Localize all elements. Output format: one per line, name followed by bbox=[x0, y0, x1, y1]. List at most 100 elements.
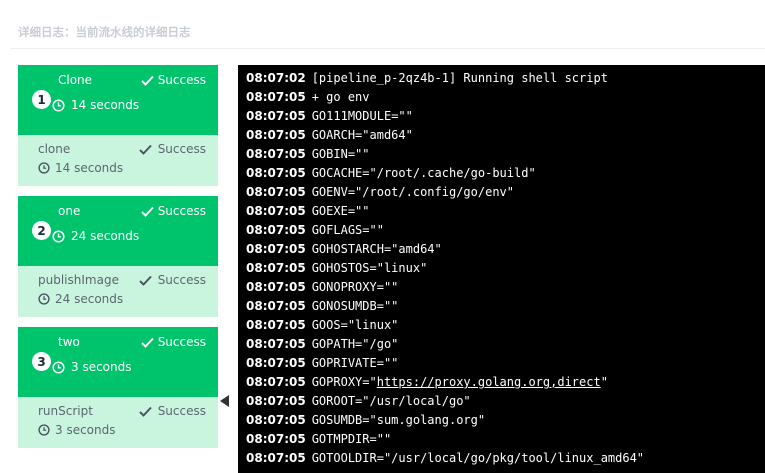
log-text: GOCACHE="/root/.cache/go-build" bbox=[311, 166, 536, 180]
clock-icon bbox=[38, 293, 50, 305]
step-name: runScript bbox=[38, 404, 93, 418]
step-item[interactable]: runScript Success 3 seconds bbox=[18, 397, 218, 448]
stage-header[interactable]: two Success 3 3 seconds bbox=[18, 327, 218, 397]
step-duration: 24 seconds bbox=[38, 292, 123, 306]
log-line: 08:07:05 GOBIN="" bbox=[238, 145, 765, 164]
stage-card: Clone Success 1 14 seconds clone Success… bbox=[18, 65, 218, 186]
log-timestamp: 08:07:05 bbox=[246, 242, 306, 256]
log-line: 08:07:05 GOTOOLDIR="/usr/local/go/pkg/too… bbox=[238, 449, 765, 468]
log-timestamp: 08:07:05 bbox=[246, 299, 306, 313]
log-text: GONOPROXY="" bbox=[311, 280, 399, 294]
step-status-label: Success bbox=[157, 142, 206, 156]
log-text: GOROOT="/usr/local/go" bbox=[311, 394, 471, 408]
stage-card: one Success 2 24 seconds publishImage Su… bbox=[18, 196, 218, 317]
log-timestamp: 08:07:05 bbox=[246, 90, 306, 104]
log-line: 08:07:05 GOCACHE="/root/.cache/go-build" bbox=[238, 164, 765, 183]
log-timestamp: 08:07:05 bbox=[246, 185, 306, 199]
step-duration: 3 seconds bbox=[38, 423, 116, 437]
page-header: 详细日志：当前流水线的详细日志 bbox=[18, 25, 191, 39]
log-text: [pipeline_p-2qz4b-1] Running shell scrip… bbox=[311, 71, 608, 85]
step-name: clone bbox=[38, 142, 71, 156]
stage-status-label: Success bbox=[157, 204, 206, 218]
stage-header[interactable]: one Success 2 24 seconds bbox=[18, 196, 218, 266]
check-icon bbox=[138, 275, 152, 286]
log-timestamp: 08:07:05 bbox=[246, 318, 306, 332]
check-icon bbox=[140, 337, 154, 348]
log-line: 08:07:02 [pipeline_p-2qz4b-1] Running she… bbox=[238, 69, 765, 88]
header-divider bbox=[10, 48, 765, 49]
log-text: " bbox=[600, 375, 608, 389]
log-timestamp: 08:07:05 bbox=[246, 394, 306, 408]
log-timestamp: 08:07:05 bbox=[246, 204, 306, 218]
stage-header[interactable]: Clone Success 1 14 seconds bbox=[18, 65, 218, 135]
check-icon bbox=[140, 75, 154, 86]
log-text: GOOS="linux" bbox=[311, 318, 399, 332]
log-line: 08:07:05 GOHOSTARCH="amd64" bbox=[238, 240, 765, 259]
log-line: 08:07:05 GONOPROXY="" bbox=[238, 278, 765, 297]
stage-name: one bbox=[58, 204, 81, 218]
log-timestamp: 08:07:02 bbox=[246, 71, 306, 85]
log-line: 08:07:05 GOPATH="/go" bbox=[238, 335, 765, 354]
stage-status: Success bbox=[140, 204, 206, 218]
stage-name: two bbox=[58, 335, 80, 349]
stage-duration-label: 3 seconds bbox=[71, 360, 132, 374]
log-line: 08:07:05 + go env bbox=[238, 88, 765, 107]
stage-card: two Success 3 3 seconds runScript Succes… bbox=[18, 327, 218, 448]
log-line: 08:07:05 GOROOT="/usr/local/go" bbox=[238, 392, 765, 411]
log-text: GOHOSTOS="linux" bbox=[311, 261, 428, 275]
log-line: 08:07:05 GOOS="linux" bbox=[238, 316, 765, 335]
check-icon bbox=[140, 206, 154, 217]
log-line: 08:07:05 GOSUMDB="sum.golang.org" bbox=[238, 411, 765, 430]
step-duration: 14 seconds bbox=[38, 161, 123, 175]
log-timestamp: 08:07:05 bbox=[246, 109, 306, 123]
step-status: Success bbox=[138, 273, 206, 287]
step-status: Success bbox=[138, 404, 206, 418]
clock-icon bbox=[38, 162, 50, 174]
log-text: GOTOOLDIR="/usr/local/go/pkg/tool/linux_… bbox=[311, 451, 645, 465]
log-panel[interactable]: 08:07:02 [pipeline_p-2qz4b-1] Running she… bbox=[238, 65, 765, 473]
log-line: 08:07:05 GOPRIVATE="" bbox=[238, 354, 765, 373]
step-item[interactable]: publishImage Success 24 seconds bbox=[18, 266, 218, 317]
step-status-label: Success bbox=[157, 273, 206, 287]
stage-duration: 14 seconds bbox=[52, 98, 139, 112]
log-text: GOARCH="amd64" bbox=[311, 128, 413, 142]
log-text: GOEXE="" bbox=[311, 204, 370, 218]
log-timestamp: 08:07:05 bbox=[246, 432, 306, 446]
stage-duration-label: 24 seconds bbox=[71, 229, 140, 243]
log-text: GOFLAGS="" bbox=[311, 223, 384, 237]
log-timestamp: 08:07:05 bbox=[246, 280, 306, 294]
log-line: 08:07:05 GOFLAGS="" bbox=[238, 221, 765, 240]
log-line: 08:07:05 GOHOSTOS="linux" bbox=[238, 259, 765, 278]
check-icon bbox=[138, 406, 152, 417]
log-text: + go env bbox=[311, 90, 370, 104]
log-timestamp: 08:07:05 bbox=[246, 128, 306, 142]
log-timestamp: 08:07:05 bbox=[246, 356, 306, 370]
stage-name: Clone bbox=[58, 73, 93, 87]
stage-status: Success bbox=[140, 73, 206, 87]
check-icon bbox=[138, 144, 152, 155]
stage-status-label: Success bbox=[157, 73, 206, 87]
stage-status-label: Success bbox=[157, 335, 206, 349]
stage-number-badge: 1 bbox=[32, 90, 51, 109]
log-text: GO111MODULE="" bbox=[311, 109, 413, 123]
clock-icon bbox=[52, 229, 65, 243]
log-line: 08:07:05 GOEXE="" bbox=[238, 202, 765, 221]
step-item[interactable]: clone Success 14 seconds bbox=[18, 135, 218, 186]
log-timestamp: 08:07:05 bbox=[246, 147, 306, 161]
step-duration-label: 24 seconds bbox=[55, 292, 124, 306]
log-text: GOTMPDIR="" bbox=[311, 432, 392, 446]
log-timestamp: 08:07:05 bbox=[246, 261, 306, 275]
selected-step-pointer-icon bbox=[220, 395, 229, 407]
step-duration-label: 3 seconds bbox=[55, 423, 116, 437]
log-line: 08:07:05 GONOSUMDB="" bbox=[238, 297, 765, 316]
log-link[interactable]: https://proxy.golang.org,direct bbox=[377, 375, 601, 389]
stage-duration: 24 seconds bbox=[52, 229, 139, 243]
stage-number-badge: 2 bbox=[32, 221, 51, 240]
log-text: GONOSUMDB="" bbox=[311, 299, 399, 313]
step-status: Success bbox=[138, 142, 206, 156]
stage-status: Success bbox=[140, 335, 206, 349]
log-timestamp: 08:07:05 bbox=[246, 413, 306, 427]
log-text: GOPROXY=" bbox=[311, 375, 377, 389]
log-line: 08:07:05 GOTMPDIR="" bbox=[238, 430, 765, 449]
log-line: 08:07:05 GO111MODULE="" bbox=[238, 107, 765, 126]
